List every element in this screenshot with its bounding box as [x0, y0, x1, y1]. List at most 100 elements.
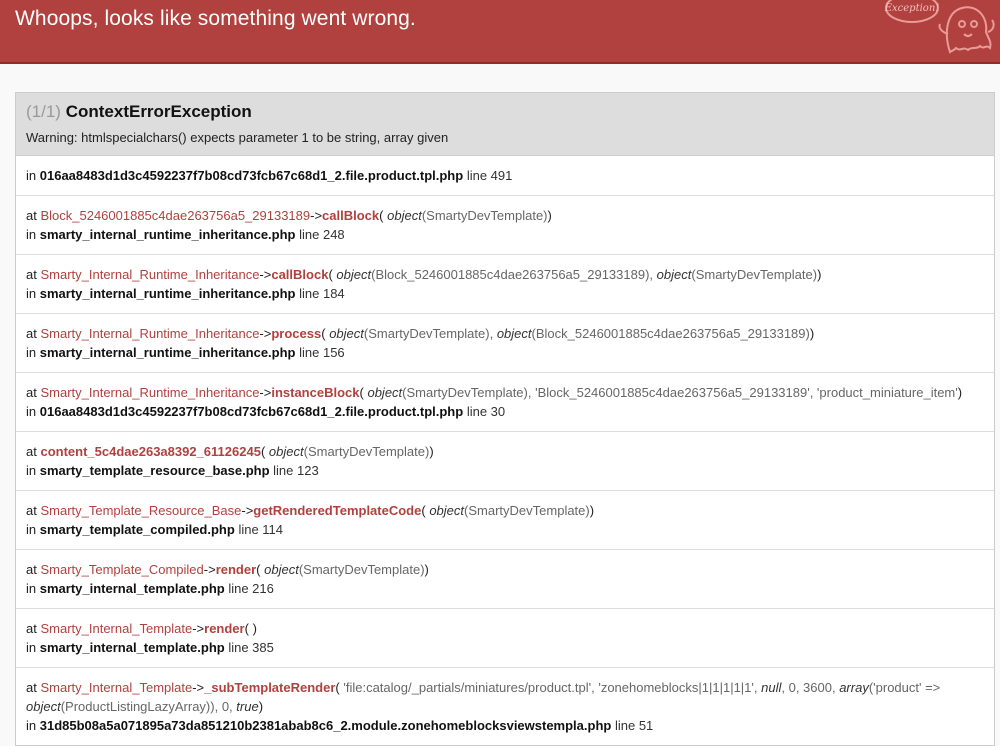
trace-item: in 016aa8483d1d3c4592237f7b08cd73fcb67c6…	[16, 156, 994, 195]
trace-item: at Smarty_Internal_Template->_subTemplat…	[16, 667, 994, 745]
trace-paren-close: )	[547, 208, 552, 223]
trace-arg-type: object	[268, 444, 304, 459]
trace-function: process	[271, 326, 322, 341]
trace-item: at Smarty_Internal_Runtime_Inheritance->…	[16, 372, 994, 431]
trace-arg-value: (SmartyDevTemplate)	[303, 444, 430, 459]
trace-location: in smarty_template_resource_base.php lin…	[26, 461, 984, 480]
trace-in: in	[26, 286, 37, 301]
trace-item: at Smarty_Internal_Template->render( ) in…	[16, 608, 994, 667]
trace-line: line 51	[614, 718, 654, 733]
trace-line: line 248	[299, 227, 345, 242]
trace-class: Smarty_Internal_Runtime_Inheritance	[40, 385, 260, 400]
trace-arrow: ->	[259, 326, 272, 341]
trace-in: in	[26, 404, 37, 419]
header-bar: Whoops, looks like something went wrong.…	[0, 0, 1000, 64]
trace-at: at	[26, 562, 37, 577]
trace-file: smarty_template_compiled.php	[39, 522, 235, 537]
trace-call: at Block_5246001885c4dae263756a5_2913318…	[26, 206, 984, 225]
trace-location: in 016aa8483d1d3c4592237f7b08cd73fcb67c6…	[26, 166, 984, 185]
trace-item: at Smarty_Internal_Runtime_Inheritance->…	[16, 254, 994, 313]
trace-arg-value: (SmartyDevTemplate)	[691, 267, 818, 282]
trace-arg-value: (SmartyDevTemplate),	[363, 326, 494, 341]
trace-class: Smarty_Template_Resource_Base	[40, 503, 242, 518]
trace-call: at Smarty_Internal_Runtime_Inheritance->…	[26, 383, 984, 402]
trace-call: at Smarty_Internal_Template->_subTemplat…	[26, 678, 984, 716]
trace-paren-open: (	[359, 385, 364, 400]
trace-in: in	[26, 522, 37, 537]
trace-arg-value: ('product' =>	[868, 680, 941, 695]
trace-arrow: ->	[259, 267, 272, 282]
trace-paren-close: )	[957, 385, 963, 400]
trace-in: in	[26, 463, 37, 478]
trace-file: smarty_internal_runtime_inheritance.php	[39, 345, 296, 360]
trace-arg-type: array	[839, 680, 869, 695]
trace-at: at	[26, 621, 37, 636]
trace-class: Smarty_Template_Compiled	[40, 562, 204, 577]
trace-paren-close: )	[429, 444, 434, 459]
trace-at: at	[26, 503, 37, 518]
trace-in: in	[26, 718, 37, 733]
trace-arg-type: object	[429, 503, 465, 518]
trace-arg-type: object	[656, 267, 692, 282]
trace-at: at	[26, 385, 37, 400]
trace-location: in smarty_template_compiled.php line 114	[26, 520, 984, 539]
trace-function: content_5c4dae263a8392_61126245	[40, 444, 261, 459]
trace-call: at Smarty_Template_Resource_Base->getRen…	[26, 501, 984, 520]
exception-title: (1/1) ContextErrorException	[26, 102, 984, 122]
trace-arg-type: object	[336, 267, 372, 282]
trace-line: line 491	[466, 168, 513, 183]
trace-arg-type: object	[496, 326, 532, 341]
trace-function: callBlock	[322, 208, 380, 223]
trace-location: in smarty_internal_template.php line 385	[26, 638, 984, 657]
trace-arg-type: object	[387, 208, 422, 223]
trace-function: render	[204, 621, 245, 636]
logo-text: Exception!	[884, 3, 940, 14]
exception-header: (1/1) ContextErrorException Warning: htm…	[16, 93, 994, 156]
trace-item: at Smarty_Template_Compiled->render( obj…	[16, 549, 994, 608]
trace-arg-value: (SmartyDevTemplate)	[464, 503, 590, 518]
trace-line: line 30	[466, 404, 506, 419]
trace-in: in	[26, 640, 37, 655]
trace-line: line 114	[238, 522, 284, 537]
trace-item: at Block_5246001885c4dae263756a5_2913318…	[16, 195, 994, 254]
trace-arrow: ->	[192, 680, 205, 695]
trace-arrow: ->	[192, 621, 205, 636]
trace-paren-open: (	[421, 503, 426, 518]
trace-function: callBlock	[271, 267, 329, 282]
trace-file: smarty_internal_template.php	[39, 581, 225, 596]
trace-paren-close: )	[817, 267, 822, 282]
trace-in: in	[26, 345, 37, 360]
trace-arg-type: object	[367, 385, 403, 400]
ghost-exception-icon: Exception!	[884, 0, 995, 54]
trace-class: Smarty_Internal_Template	[40, 621, 193, 636]
trace-arrow: ->	[259, 385, 272, 400]
trace-class: Smarty_Internal_Runtime_Inheritance	[40, 267, 260, 282]
trace-line: line 184	[299, 286, 345, 301]
trace-arg-type: object	[26, 699, 61, 714]
trace-file: smarty_internal_runtime_inheritance.php	[39, 227, 296, 242]
trace-class: Smarty_Internal_Template	[40, 680, 193, 695]
trace-at: at	[26, 444, 37, 459]
trace-location: in 31d85b08a5a071895a73da851210b2381abab…	[26, 716, 984, 735]
trace-arg-type: null	[761, 680, 782, 695]
trace-file: smarty_template_resource_base.php	[39, 463, 270, 478]
trace-arg-value: (SmartyDevTemplate)	[298, 562, 425, 577]
trace-call: at Smarty_Template_Compiled->render( obj…	[26, 560, 984, 579]
trace-at: at	[26, 326, 37, 341]
trace-paren-open: (	[244, 621, 249, 636]
trace-in: in	[26, 581, 37, 596]
page-title: Whoops, looks like something went wrong.	[15, 7, 416, 30]
trace-function: _subTemplateRender	[204, 680, 336, 695]
exception-count: (1/1)	[26, 102, 61, 121]
trace-arg-value: (SmartyDevTemplate), 'Block_5246001885c4…	[402, 385, 958, 400]
trace-function: instanceBlock	[271, 385, 360, 400]
trace-paren-open: (	[335, 680, 340, 695]
trace-paren-close: )	[258, 699, 264, 714]
trace-arg-value: 'file:catalog/_partials/miniatures/produ…	[343, 680, 762, 695]
trace-file: 016aa8483d1d3c4592237f7b08cd73fcb67c68d1…	[39, 168, 464, 183]
trace-arg-value: (Block_5246001885c4dae263756a5_29133189)…	[371, 267, 654, 282]
trace-at: at	[26, 680, 37, 695]
trace-location: in 016aa8483d1d3c4592237f7b08cd73fcb67c6…	[26, 402, 984, 421]
trace-location: in smarty_internal_runtime_inheritance.p…	[26, 343, 984, 362]
trace-paren-open: (	[260, 444, 266, 459]
